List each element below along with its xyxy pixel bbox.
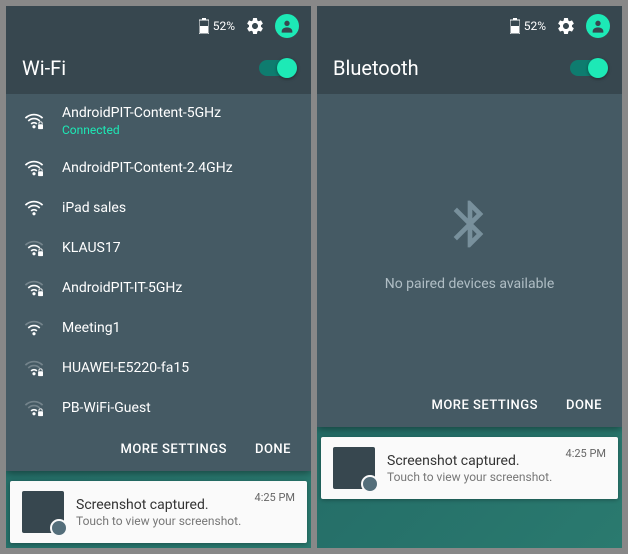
wifi-network-name: iPad sales <box>62 200 126 216</box>
wifi-signal-icon <box>24 239 44 257</box>
wifi-signal-icon <box>24 359 44 377</box>
battery-icon <box>510 18 520 34</box>
wifi-network-text: HUAWEI-E5220-fa15 <box>62 360 189 376</box>
quick-settings-panel: 52% Bluetooth No paired devices availabl… <box>317 6 622 427</box>
wifi-network-row[interactable]: AndroidPIT-Content-5GHz Connected <box>6 94 311 148</box>
wifi-content: AndroidPIT-Content-5GHz Connected Androi… <box>6 94 311 471</box>
status-bar: 52% <box>6 6 311 46</box>
battery-percent: 52% <box>524 19 546 33</box>
battery-percent: 52% <box>213 19 235 33</box>
screenshot-thumb-icon <box>22 491 64 533</box>
wifi-signal-icon <box>24 399 44 417</box>
quick-settings-panel: 52% Wi-Fi AndroidPIT-Content-5GHz Connec… <box>6 6 311 471</box>
wifi-network-text: AndroidPIT-Content-5GHz Connected <box>62 105 221 137</box>
wifi-network-name: HUAWEI-E5220-fa15 <box>62 360 189 376</box>
notification-subtitle: Touch to view your screenshot. <box>76 514 243 528</box>
wifi-network-text: AndroidPIT-IT-5GHz <box>62 280 182 296</box>
battery-indicator: 52% <box>510 18 546 34</box>
notification-time: 4:25 PM <box>255 491 295 504</box>
toggle-knob <box>277 58 297 78</box>
wifi-signal-icon <box>24 159 44 177</box>
panel-footer: MORE SETTINGS DONE <box>317 384 622 427</box>
wifi-signal-icon <box>24 112 44 130</box>
bluetooth-toggle[interactable] <box>570 60 606 76</box>
notification-text: Screenshot captured. Touch to view your … <box>76 497 243 528</box>
notification-title: Screenshot captured. <box>76 497 243 513</box>
more-settings-button[interactable]: MORE SETTINGS <box>120 442 227 457</box>
wifi-network-name: Meeting1 <box>62 320 121 336</box>
wifi-network-row[interactable]: PB-WiFi-Guest <box>6 388 311 428</box>
wifi-signal-icon <box>24 319 44 337</box>
wifi-network-name: AndroidPIT-Content-2.4GHz <box>62 160 233 176</box>
wifi-network-status: Connected <box>62 123 221 137</box>
wifi-network-row[interactable]: AndroidPIT-IT-5GHz <box>6 268 311 308</box>
wifi-network-text: AndroidPIT-Content-2.4GHz <box>62 160 233 176</box>
notification-subtitle: Touch to view your screenshot. <box>387 470 554 484</box>
more-settings-button[interactable]: MORE SETTINGS <box>431 398 538 413</box>
screenshot-thumb-icon <box>333 447 375 489</box>
panel-header: Wi-Fi <box>6 46 311 94</box>
notification-title: Screenshot captured. <box>387 453 554 469</box>
notification-card[interactable]: Screenshot captured. Touch to view your … <box>321 437 618 499</box>
wifi-network-text: KLAUS17 <box>62 240 121 256</box>
wifi-network-text: PB-WiFi-Guest <box>62 400 151 416</box>
wifi-network-text: Meeting1 <box>62 320 121 336</box>
wifi-network-text: iPad sales <box>62 200 126 216</box>
user-avatar[interactable] <box>275 14 299 38</box>
gear-icon[interactable] <box>245 16 265 36</box>
status-bar: 52% <box>317 6 622 46</box>
toggle-knob <box>588 58 608 78</box>
bluetooth-empty-state: No paired devices available <box>317 94 622 384</box>
done-button[interactable]: DONE <box>566 398 602 413</box>
panel-title: Bluetooth <box>333 56 419 80</box>
bluetooth-content: No paired devices available MORE SETTING… <box>317 94 622 427</box>
phone-right-bluetooth: 52% Bluetooth No paired devices availabl… <box>317 6 622 548</box>
gear-icon[interactable] <box>556 16 576 36</box>
battery-icon <box>199 18 209 34</box>
phone-left-wifi: 52% Wi-Fi AndroidPIT-Content-5GHz Connec… <box>6 6 311 548</box>
bluetooth-icon <box>442 196 498 252</box>
wifi-signal-icon <box>24 279 44 297</box>
done-button[interactable]: DONE <box>255 442 291 457</box>
wifi-network-row[interactable]: iPad sales <box>6 188 311 228</box>
wifi-network-row[interactable]: KLAUS17 <box>6 228 311 268</box>
wifi-network-name: AndroidPIT-IT-5GHz <box>62 280 182 296</box>
user-avatar[interactable] <box>586 14 610 38</box>
wifi-network-row[interactable]: AndroidPIT-Content-2.4GHz <box>6 148 311 188</box>
wifi-network-name: AndroidPIT-Content-5GHz <box>62 105 221 121</box>
wifi-network-name: KLAUS17 <box>62 240 121 256</box>
panel-header: Bluetooth <box>317 46 622 94</box>
bluetooth-empty-text: No paired devices available <box>385 276 555 292</box>
wifi-network-name: PB-WiFi-Guest <box>62 400 151 416</box>
wifi-network-list: AndroidPIT-Content-5GHz Connected Androi… <box>6 94 311 428</box>
wifi-network-row[interactable]: Meeting1 <box>6 308 311 348</box>
notification-card[interactable]: Screenshot captured. Touch to view your … <box>10 481 307 543</box>
wifi-toggle[interactable] <box>259 60 295 76</box>
wifi-network-row[interactable]: HUAWEI-E5220-fa15 <box>6 348 311 388</box>
battery-indicator: 52% <box>199 18 235 34</box>
wifi-signal-icon <box>24 199 44 217</box>
panel-footer: MORE SETTINGS DONE <box>6 428 311 471</box>
notification-time: 4:25 PM <box>566 447 606 460</box>
panel-title: Wi-Fi <box>22 56 66 80</box>
notification-text: Screenshot captured. Touch to view your … <box>387 453 554 484</box>
